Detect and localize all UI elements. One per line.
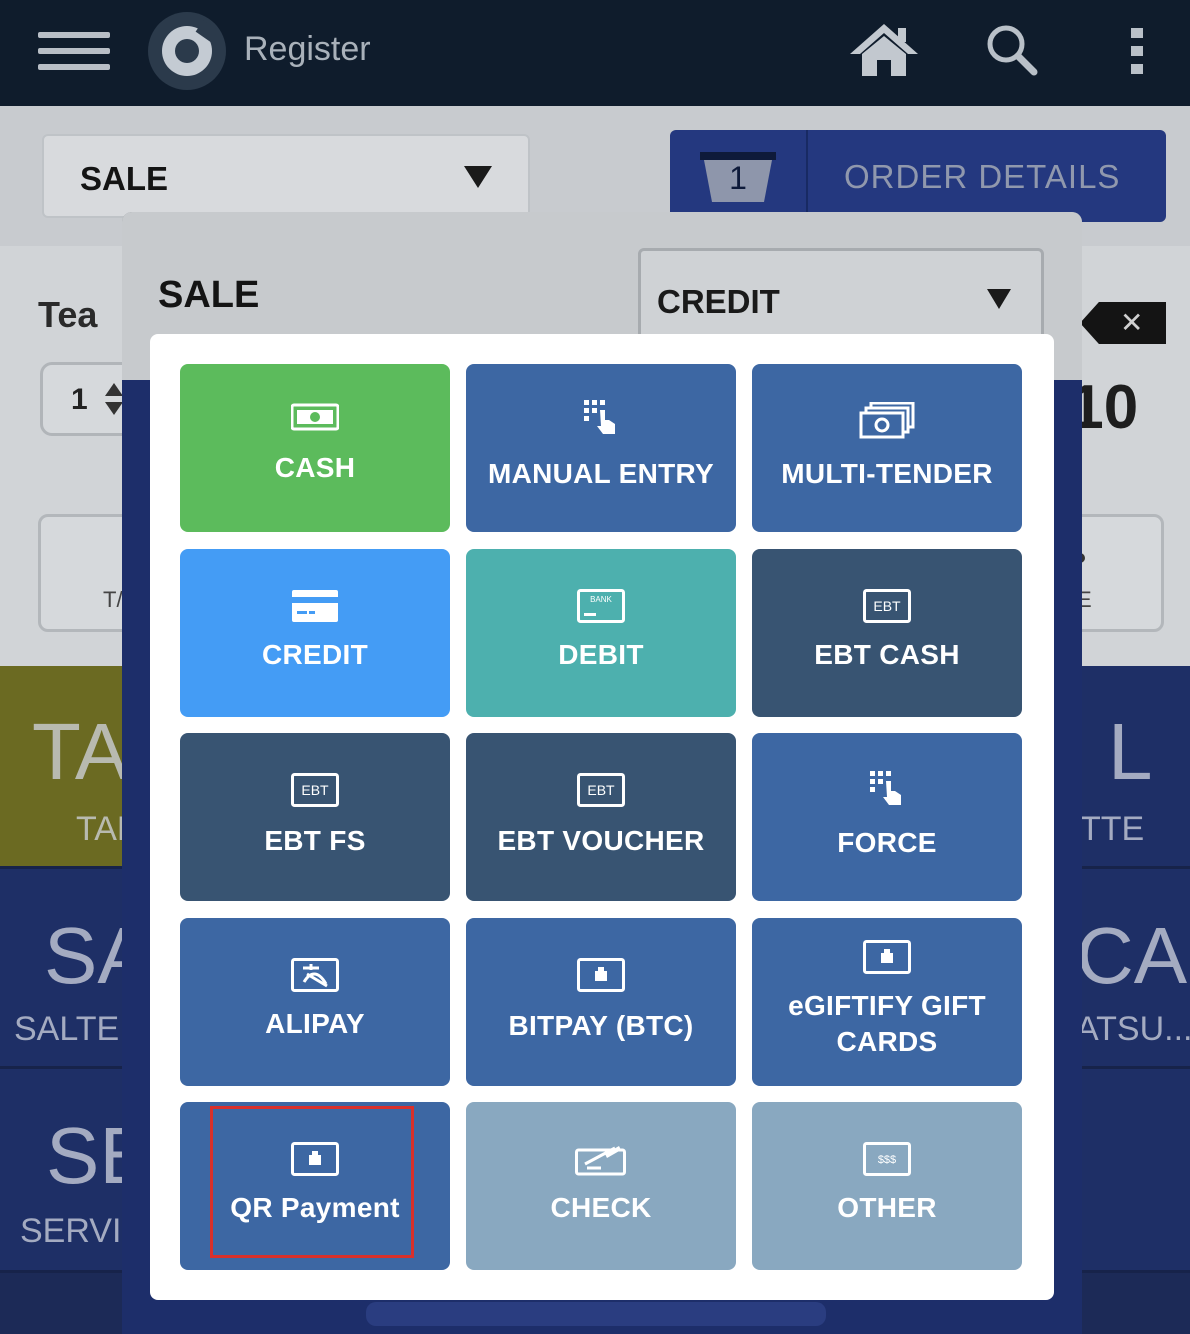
- payment-method-select[interactable]: CREDIT: [638, 248, 1044, 348]
- tender-label: CASH: [274, 452, 356, 483]
- tender-label: CREDIT: [261, 639, 369, 670]
- app-title: Register: [244, 30, 371, 68]
- hamburger-menu-icon[interactable]: [38, 30, 110, 72]
- tender-label: DEBIT: [558, 639, 644, 670]
- tender-label: eGIFTIFY GIFT CARDS: [788, 990, 986, 1057]
- action-card-label: T/: [103, 587, 123, 612]
- product-tile-title: L: [1108, 707, 1153, 796]
- search-icon[interactable]: [984, 22, 1040, 78]
- order-details-button[interactable]: 1 ORDER DETAILS: [670, 130, 1166, 222]
- transaction-type-value: SALE: [80, 160, 169, 197]
- order-item-count: 1: [729, 160, 747, 196]
- quantity-value: 1: [71, 383, 88, 416]
- check-button[interactable]: CHECK: [466, 1102, 736, 1270]
- panel-footer-bar: [366, 1302, 826, 1326]
- ebt-card-icon: EBT: [180, 773, 450, 807]
- payment-method-value: CREDIT: [657, 283, 780, 320]
- tender-label: CHECK: [550, 1192, 652, 1223]
- tender-label: MULTI-TENDER: [781, 458, 993, 489]
- home-icon[interactable]: [848, 22, 920, 80]
- other-money-icon: $$$: [752, 1142, 1022, 1176]
- ebt-text: EBT: [873, 598, 901, 614]
- bank-text: BANK: [590, 595, 612, 604]
- more-vertical-icon[interactable]: [1124, 26, 1150, 76]
- ebt-text: EBT: [301, 782, 329, 798]
- app-logo-icon: [148, 12, 226, 90]
- cash-bill-icon: [180, 402, 450, 432]
- tender-label: EBT FS: [264, 825, 366, 856]
- tender-label: BITPAY (BTC): [508, 1010, 694, 1041]
- egiftify-button[interactable]: eGIFTIFY GIFT CARDS: [752, 918, 1022, 1086]
- divider: [806, 130, 808, 222]
- alipay-button[interactable]: ALIPAY: [180, 918, 450, 1086]
- ebt-cash-button[interactable]: EBT EBT CASH: [752, 549, 1022, 717]
- tender-label: ALIPAY: [265, 1008, 365, 1039]
- ebt-card-icon: EBT: [752, 589, 1022, 623]
- tender-label: MANUAL ENTRY: [487, 458, 715, 489]
- bitpay-button[interactable]: BITPAY (BTC): [466, 918, 736, 1086]
- tender-label: FORCE: [837, 827, 937, 858]
- product-tile-subtitle: ATSU...: [1076, 1010, 1190, 1048]
- ebt-card-icon: EBT: [466, 773, 736, 807]
- tender-label: OTHER: [837, 1192, 937, 1223]
- dropdown-arrow-icon: [464, 166, 492, 188]
- other-text: $$$: [878, 1154, 896, 1166]
- ebt-text: EBT: [587, 782, 615, 798]
- tender-label: EBT VOUCHER: [497, 825, 705, 856]
- product-tile-subtitle: TTE: [1080, 810, 1145, 848]
- other-button[interactable]: $$$ OTHER: [752, 1102, 1022, 1270]
- dropdown-arrow-icon: [987, 289, 1011, 309]
- transaction-type-select[interactable]: SALE: [42, 134, 530, 218]
- credit-card-icon: [180, 589, 450, 623]
- alipay-icon: [180, 958, 450, 992]
- ebt-voucher-button[interactable]: EBT EBT VOUCHER: [466, 733, 736, 901]
- product-tile-title: TA: [32, 707, 129, 796]
- app-bar: Register: [0, 0, 1190, 106]
- keypad-touch-icon: [466, 400, 736, 440]
- ebt-fs-button[interactable]: EBT EBT FS: [180, 733, 450, 901]
- debit-button[interactable]: BANK DEBIT: [466, 549, 736, 717]
- product-tile-title: CA: [1076, 911, 1188, 1000]
- cash-button[interactable]: CASH: [180, 364, 450, 532]
- stacked-bills-icon: [752, 402, 1022, 440]
- force-button[interactable]: FORCE: [752, 733, 1022, 901]
- order-details-label: ORDER DETAILS: [844, 158, 1121, 195]
- manual-entry-button[interactable]: MANUAL ENTRY: [466, 364, 736, 532]
- cart-item-name: Tea: [38, 294, 98, 335]
- tender-label: EBT CASH: [814, 639, 960, 670]
- keypad-touch-icon: [752, 771, 1022, 811]
- multi-tender-button[interactable]: MULTI-TENDER: [752, 364, 1022, 532]
- check-cheque-icon: [466, 1142, 736, 1176]
- gift-card-icon: [752, 940, 1022, 974]
- stepper-arrows-icon: [105, 383, 123, 415]
- gift-card-icon: [466, 958, 736, 992]
- qr-payment-highlight-box: [210, 1106, 414, 1258]
- credit-button[interactable]: CREDIT: [180, 549, 450, 717]
- bank-card-icon: BANK: [466, 589, 736, 623]
- sale-panel-title: SALE: [158, 274, 260, 316]
